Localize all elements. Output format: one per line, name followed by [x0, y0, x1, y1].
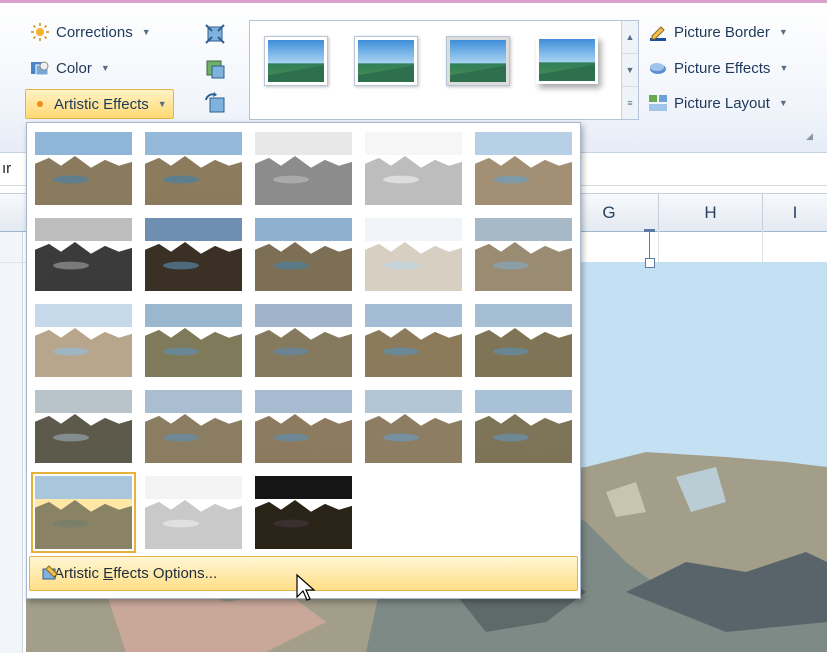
color-button[interactable]: Color ▼ [30, 55, 110, 81]
reset-picture-icon [205, 92, 225, 113]
artistic-effect-chalk-sketch[interactable] [35, 218, 132, 291]
grid-line [762, 230, 763, 266]
scroll-down-icon[interactable]: ▼ [622, 54, 638, 87]
change-picture-icon [206, 60, 225, 79]
chevron-down-icon: ▼ [778, 98, 788, 108]
chevron-down-icon: ▼ [157, 99, 167, 109]
artistic-effect-paint-brush[interactable] [255, 218, 352, 291]
options-label-after: ffects Options... [113, 565, 218, 582]
artistic-effect-mosaic-bubbles[interactable] [365, 304, 462, 377]
options-label-before: Artistic [54, 565, 104, 582]
artistic-effect-pastels-smooth[interactable] [365, 390, 462, 463]
artistic-effect-marker[interactable] [145, 132, 242, 205]
grid-line [658, 230, 659, 266]
picture-layout-label: Picture Layout [674, 94, 770, 112]
artistic-effects-options-label: Artistic Effects Options... [54, 565, 217, 582]
picture-layout-button[interactable]: Picture Layout ▼ [648, 90, 788, 116]
artistic-effects-button[interactable]: Artistic Effects ▼ [25, 89, 174, 119]
artistic-effect-crisscross-etching[interactable] [255, 390, 352, 463]
column-header-i[interactable]: I [763, 194, 827, 231]
gallery-scrollbar[interactable]: ▲ ▼ ≡ [621, 21, 638, 119]
picture-style-thumbnail[interactable] [536, 36, 598, 84]
artistic-effects-options-icon [42, 565, 58, 580]
chevron-down-icon: ▼ [141, 27, 151, 37]
artistic-effect-plastic-wrap[interactable] [475, 390, 572, 463]
artistic-effect-paint-strokes[interactable] [145, 218, 242, 291]
artistic-effect-glass[interactable] [475, 304, 572, 377]
corrections-button[interactable]: Corrections ▼ [30, 19, 151, 45]
picture-border-label: Picture Border [674, 23, 770, 41]
compress-pictures-icon [205, 24, 225, 44]
picture-border-button[interactable]: Picture Border ▼ [648, 19, 788, 45]
rotation-handle[interactable] [644, 229, 655, 232]
corrections-label: Corrections [56, 23, 133, 41]
artistic-effects-icon [37, 101, 43, 107]
picture-effects-icon [650, 63, 666, 74]
artistic-effect-film-grain[interactable] [255, 304, 352, 377]
change-picture-button[interactable] [200, 55, 230, 83]
gallery-more-icon[interactable]: ≡ [622, 87, 638, 119]
chevron-down-icon: ▼ [100, 63, 110, 73]
artistic-effect-glow-diffused[interactable] [365, 218, 462, 291]
compress-pictures-button[interactable] [200, 20, 230, 48]
artistic-effect-cutout[interactable] [31, 472, 136, 553]
color-palette-icon [31, 61, 49, 76]
artistic-effect-pencil-grayscale[interactable] [255, 132, 352, 205]
picture-style-thumbnail-selected[interactable] [446, 36, 510, 86]
artistic-effects-menu: Artistic Effects Options... [26, 122, 581, 599]
artistic-effect-cement[interactable] [35, 390, 132, 463]
picture-effects-button[interactable]: Picture Effects ▼ [648, 55, 788, 81]
artistic-effect-photocopy[interactable] [145, 476, 242, 549]
artistic-effects-label: Artistic Effects [54, 95, 149, 113]
artistic-effect-pencil-sketch[interactable] [365, 132, 462, 205]
scroll-up-icon[interactable]: ▲ [622, 21, 638, 54]
color-label: Color [56, 59, 92, 77]
artistic-effect-none[interactable] [35, 132, 132, 205]
options-label-accelerator: E [103, 565, 114, 582]
picture-style-thumbnail[interactable] [264, 36, 328, 86]
pencil-border-icon [650, 26, 666, 41]
artistic-effect-blur[interactable] [475, 218, 572, 291]
artistic-effect-line-drawing[interactable] [475, 132, 572, 205]
picture-effects-label: Picture Effects [674, 59, 771, 77]
artistic-effect-glow-edges[interactable] [255, 476, 352, 549]
resize-handle[interactable] [645, 258, 655, 268]
formula-fragment: ır [2, 160, 12, 177]
picture-styles-gallery: ▲ ▼ ≡ [249, 20, 639, 120]
picture-style-thumbnail[interactable] [354, 36, 418, 86]
artistic-effect-light-screen[interactable] [35, 304, 132, 377]
ribbon-accent-line [0, 0, 827, 3]
column-header-h[interactable]: H [659, 194, 763, 231]
reset-picture-button[interactable] [200, 89, 230, 117]
dialog-launcher-icon[interactable]: ◢ [806, 131, 818, 143]
artistic-effect-watercolor-sponge[interactable] [145, 304, 242, 377]
mouse-pointer-icon [296, 573, 316, 601]
picture-layout-icon [649, 95, 667, 111]
chevron-down-icon: ▼ [779, 63, 789, 73]
sun-icon [31, 23, 49, 41]
artistic-effect-texturizer[interactable] [145, 390, 242, 463]
chevron-down-icon: ▼ [778, 27, 788, 37]
rotation-handle-stem [649, 232, 650, 258]
